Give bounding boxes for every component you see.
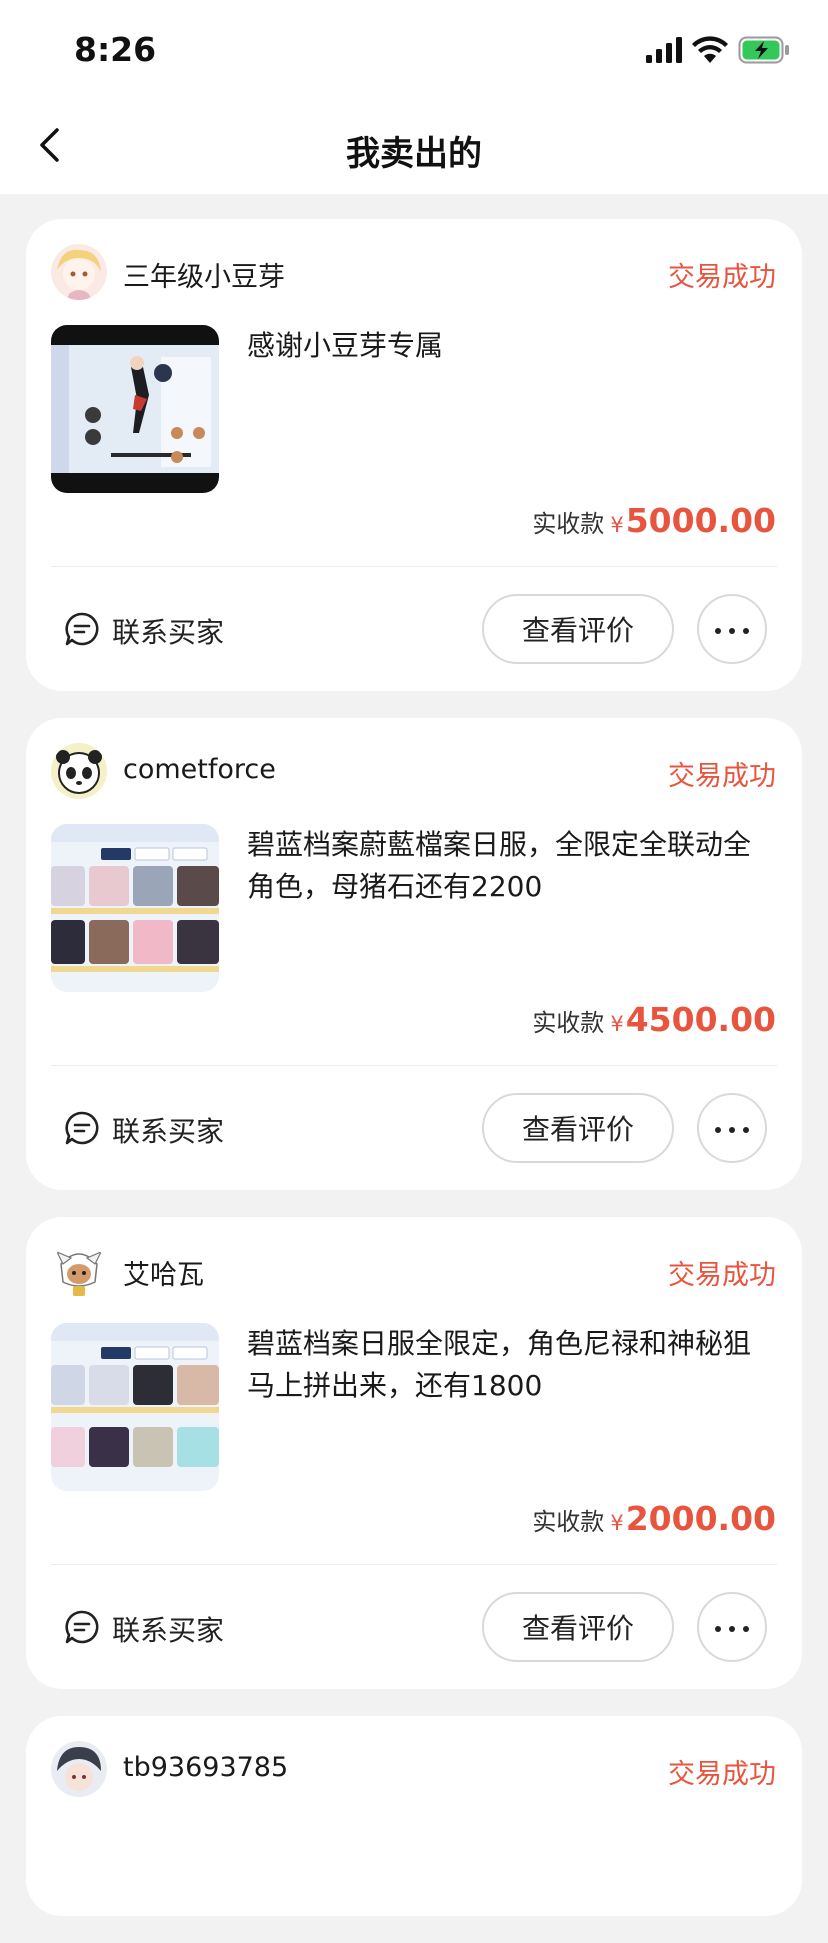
status-badge: 交易成功	[668, 761, 776, 792]
product-title[interactable]: 感谢小豆芽专属	[247, 325, 777, 367]
more-button[interactable]	[697, 1093, 767, 1163]
chat-bubble-icon	[64, 1110, 100, 1150]
seller-name: cometforce	[123, 754, 276, 785]
price-label: 实收款	[532, 1508, 605, 1536]
signal-icon	[646, 37, 682, 67]
more-button[interactable]	[697, 1592, 767, 1662]
price-row: 实收款 ¥ 5000.00	[532, 501, 776, 540]
contact-buyer-button[interactable]: 联系买家	[64, 1609, 224, 1649]
chat-bubble-icon	[64, 1609, 100, 1649]
divider	[51, 566, 777, 567]
order-card[interactable]: cometforce 交易成功 碧蓝档案蔚藍檔案日服，全限定全联动全角色，母猪石…	[26, 718, 802, 1190]
price-value: 4500.00	[625, 1000, 776, 1039]
view-review-button[interactable]: 查看评价	[482, 1592, 674, 1662]
chat-bubble-icon	[64, 611, 100, 651]
product-title[interactable]: 碧蓝档案日服全限定，角色尼禄和神秘狙马上拼出来，还有1800	[247, 1323, 777, 1407]
more-button[interactable]	[697, 594, 767, 664]
wifi-icon	[692, 36, 728, 68]
product-thumbnail[interactable]	[51, 325, 219, 493]
status-badge: 交易成功	[668, 1260, 776, 1291]
view-review-button[interactable]: 查看评价	[482, 594, 674, 664]
currency-symbol: ¥	[610, 1012, 624, 1036]
contact-buyer-label: 联系买家	[112, 1614, 225, 1647]
order-card[interactable]: 艾哈瓦 交易成功 碧蓝档案日服全限定，角色尼禄和神秘狙马上拼出来，还有1800	[26, 1217, 802, 1689]
price-value: 5000.00	[625, 501, 776, 540]
status-badge: 交易成功	[668, 1759, 776, 1790]
view-review-button[interactable]: 查看评价	[482, 1093, 674, 1163]
status-time: 8:26	[74, 30, 157, 69]
order-card[interactable]: 三年级小豆芽 交易成功 感谢小豆芽专属 实收款 ¥ 5000.00 联系买家 查…	[26, 219, 802, 691]
more-dots-icon	[714, 1119, 750, 1138]
contact-buyer-label: 联系买家	[112, 1115, 225, 1148]
order-card[interactable]: tb93693785 交易成功	[26, 1716, 802, 1916]
currency-symbol: ¥	[610, 1511, 624, 1535]
page-title: 我卖出的	[346, 134, 482, 174]
product-title[interactable]: 碧蓝档案蔚藍檔案日服，全限定全联动全角色，母猪石还有2200	[247, 824, 777, 908]
order-list: 三年级小豆芽 交易成功 感谢小豆芽专属 实收款 ¥ 5000.00 联系买家 查…	[26, 219, 802, 1943]
status-icons	[646, 36, 790, 68]
price-label: 实收款	[532, 1009, 605, 1037]
seller-name: tb93693785	[123, 1752, 289, 1783]
contact-buyer-button[interactable]: 联系买家	[64, 611, 224, 651]
avatar[interactable]	[51, 1741, 107, 1797]
status-badge: 交易成功	[668, 262, 776, 293]
divider	[51, 1564, 777, 1565]
nav-bar: 我卖出的	[0, 100, 828, 194]
battery-charging-icon	[738, 36, 790, 68]
avatar[interactable]	[51, 244, 107, 300]
currency-symbol: ¥	[610, 513, 624, 537]
product-thumbnail[interactable]	[51, 1323, 219, 1491]
price-row: 实收款 ¥ 4500.00	[532, 1000, 776, 1039]
price-label: 实收款	[532, 510, 605, 538]
contact-buyer-label: 联系买家	[112, 616, 225, 649]
seller-name: 三年级小豆芽	[123, 262, 285, 293]
avatar[interactable]	[51, 1242, 107, 1298]
price-row: 实收款 ¥ 2000.00	[532, 1499, 776, 1538]
seller-name: 艾哈瓦	[123, 1260, 204, 1291]
divider	[51, 1065, 777, 1066]
price-value: 2000.00	[625, 1499, 776, 1538]
more-dots-icon	[714, 620, 750, 639]
avatar[interactable]	[51, 743, 107, 799]
more-dots-icon	[714, 1618, 750, 1637]
contact-buyer-button[interactable]: 联系买家	[64, 1110, 224, 1150]
status-bar: 8:26	[0, 0, 828, 100]
product-thumbnail[interactable]	[51, 824, 219, 992]
